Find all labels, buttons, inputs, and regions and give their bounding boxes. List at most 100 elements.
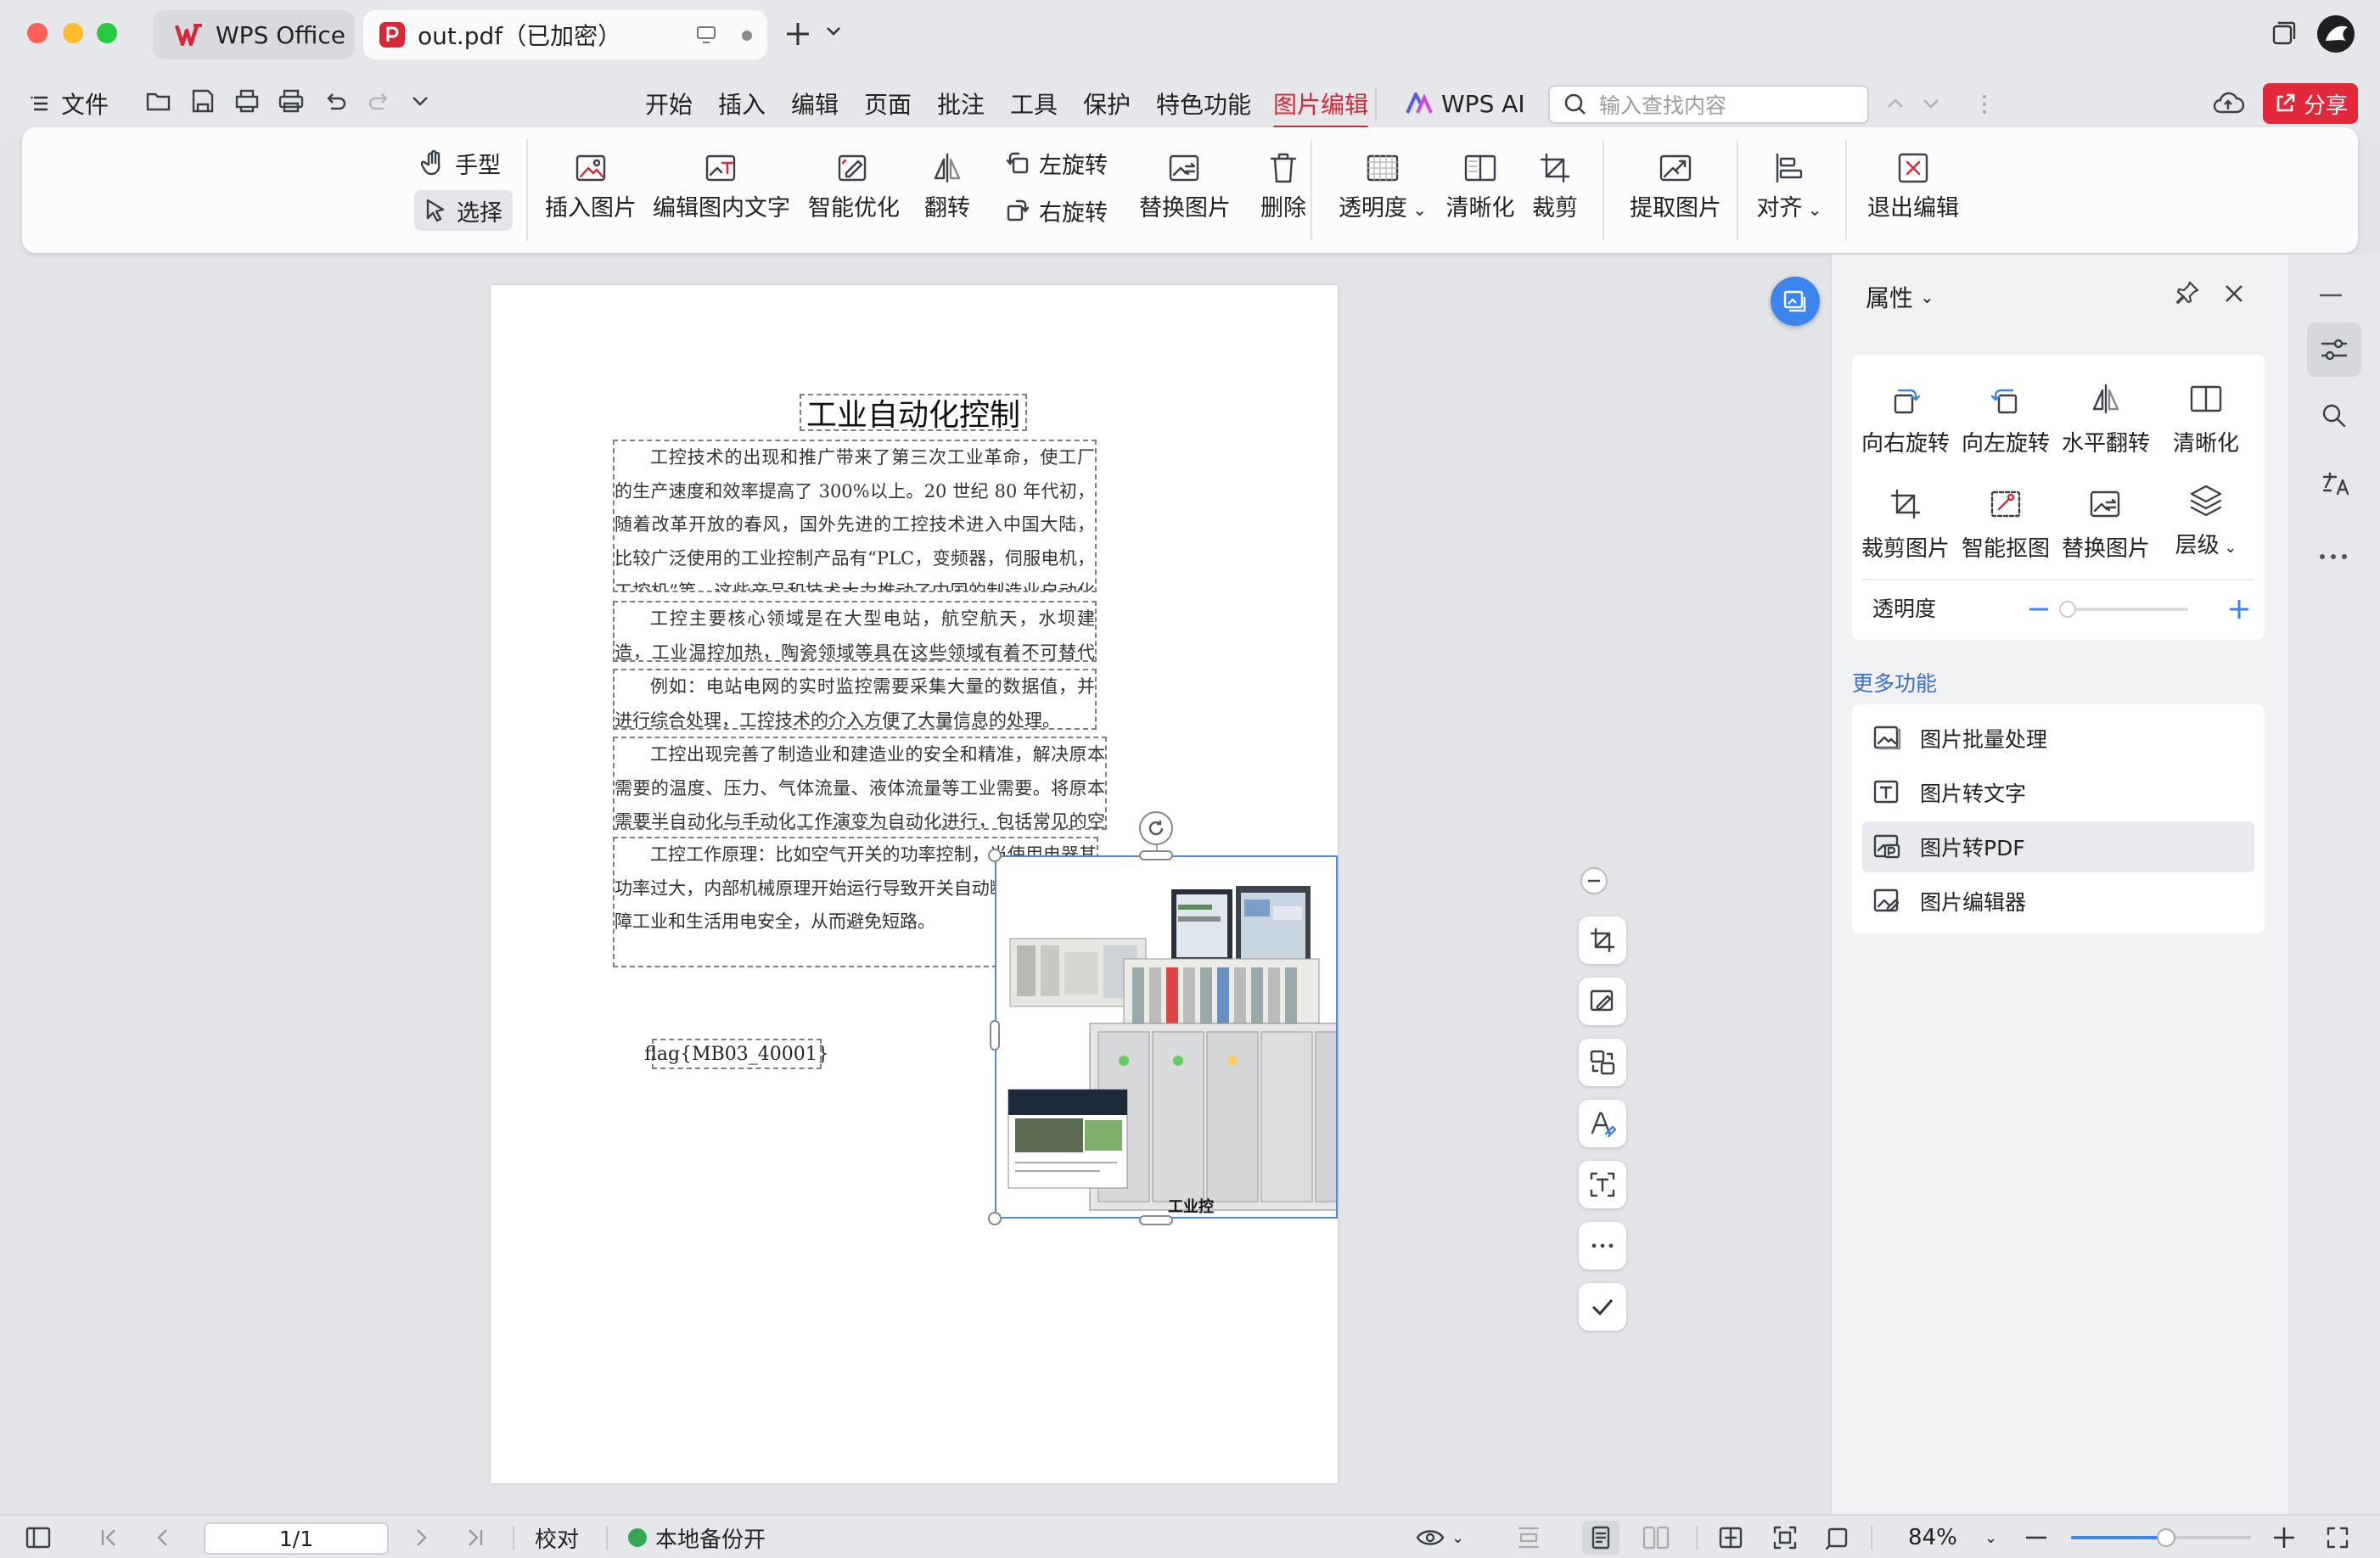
view-mode-chevron-icon[interactable]: ⌄: [1451, 1516, 1464, 1558]
minimize-window-button[interactable]: [63, 23, 83, 43]
crop-button[interactable]: 裁剪: [1524, 143, 1586, 224]
pin-icon[interactable]: [2175, 280, 2200, 305]
open-folder-icon[interactable]: [144, 87, 173, 115]
float-smart-optimize-button[interactable]: [1579, 978, 1626, 1025]
zoom-out-icon[interactable]: [2025, 1516, 2047, 1558]
panel-sharpen-button[interactable]: 清晰化: [2156, 372, 2256, 457]
continuous-page-icon[interactable]: [1516, 1516, 1541, 1558]
select-tool-button[interactable]: 选择: [414, 190, 513, 231]
text-block-paragraph-3[interactable]: 例如：电站电网的实时监控需要采集大量的数据值，并进行综合处理，工控技术的介入方便…: [613, 669, 1097, 730]
sidebar-toggle-icon[interactable]: [25, 1516, 51, 1558]
print-icon[interactable]: [277, 87, 306, 115]
rotate-right-button[interactable]: 右旋转: [995, 190, 1118, 231]
collapse-toolbar-button[interactable]: [1580, 867, 1608, 894]
page-number-input[interactable]: 1/1: [204, 1522, 389, 1555]
float-confirm-button[interactable]: [1579, 1283, 1626, 1331]
tab-wps-office[interactable]: WPS Office: [153, 10, 355, 59]
float-crop-button[interactable]: [1579, 916, 1626, 964]
properties-strip-button[interactable]: [2307, 322, 2361, 377]
exit-edit-button[interactable]: 退出编辑: [1864, 143, 1962, 224]
tab-pdf-document[interactable]: out.pdf（已加密）: [363, 10, 767, 59]
float-edit-text-button[interactable]: [1579, 1100, 1626, 1147]
insert-image-button[interactable]: 插入图片: [545, 143, 637, 224]
zoom-window-button[interactable]: [97, 23, 117, 43]
panel-title[interactable]: 属性 ⌄: [1866, 280, 1934, 314]
local-backup-status[interactable]: 本地备份开: [628, 1516, 766, 1558]
close-panel-icon[interactable]: [2224, 283, 2244, 304]
zoom-slider-thumb[interactable]: [2157, 1528, 2176, 1547]
feature-image-editor[interactable]: 图片编辑器: [1862, 876, 2254, 927]
prev-page-icon[interactable]: [156, 1516, 168, 1558]
zoom-in-icon[interactable]: [2273, 1516, 2295, 1558]
flag-text-block[interactable]: flag{MB03_40001}: [644, 1039, 829, 1069]
transparency-increase-icon[interactable]: [2229, 599, 2249, 619]
translate-strip-icon[interactable]: [2321, 468, 2349, 497]
rotate-handle[interactable]: [1139, 811, 1173, 845]
align-dropdown[interactable]: 对齐 ⌄: [1752, 143, 1827, 225]
redo-icon[interactable]: [365, 87, 394, 115]
pdf-page[interactable]: 工业自动化控制 工控技术的出现和推广带来了第三次工业革命，使工厂的生产速度和效率…: [491, 285, 1338, 1483]
last-page-icon[interactable]: [467, 1516, 484, 1558]
smart-optimize-button[interactable]: 智能优化: [808, 143, 900, 224]
rotate-left-button[interactable]: 左旋转: [995, 143, 1118, 183]
window-layout-icon[interactable]: [2271, 20, 2297, 46]
panel-rotate-right-button[interactable]: 向右旋转: [1855, 372, 1956, 457]
transparency-slider[interactable]: [2059, 601, 2188, 618]
sharpen-button[interactable]: 清晰化: [1434, 143, 1526, 224]
search-next-chevron-down-icon[interactable]: [1922, 97, 1940, 110]
resize-handle-top[interactable]: [1139, 850, 1173, 860]
panel-flip-horizontal-button[interactable]: 水平翻转: [2056, 372, 2156, 457]
document-title[interactable]: 工业自动化控制: [800, 394, 1027, 433]
transparency-decrease-icon[interactable]: [2029, 608, 2049, 611]
feature-image-to-text[interactable]: 图片转文字: [1862, 767, 2254, 818]
panel-smart-cutout-button[interactable]: 智能抠图: [1956, 477, 2056, 563]
panel-replace-image-button[interactable]: 替换图片: [2056, 477, 2156, 563]
search-prev-chevron-up-icon[interactable]: [1886, 97, 1905, 110]
panel-crop-image-button[interactable]: 裁剪图片: [1855, 477, 1956, 563]
single-page-view-button[interactable]: [1582, 1521, 1619, 1555]
text-block-paragraph-4[interactable]: 工控出现完善了制造业和建造业的安全和精准，解决原本需要的温度、压力、气体流量、液…: [613, 737, 1107, 830]
more-vertical-icon[interactable]: [1981, 93, 1988, 115]
replace-image-button[interactable]: 替换图片: [1119, 143, 1251, 224]
new-tab-plus-icon[interactable]: [784, 20, 811, 48]
convert-float-button[interactable]: [1771, 277, 1820, 326]
proofread-button[interactable]: 校对: [535, 1516, 579, 1558]
more-strip-icon[interactable]: [2319, 553, 2348, 560]
search-box[interactable]: 输入查找内容: [1548, 85, 1869, 124]
flip-button[interactable]: 翻转: [917, 143, 978, 224]
feature-batch-image-processing[interactable]: 图片批量处理: [1862, 713, 2254, 764]
fullscreen-icon[interactable]: [2326, 1516, 2349, 1558]
feature-image-to-pdf[interactable]: 图片转PDF: [1862, 821, 2254, 872]
edit-text-in-image-button[interactable]: 编辑图内文字: [653, 143, 790, 224]
panel-rotate-left-button[interactable]: 向左旋转: [1956, 372, 2056, 457]
text-block-paragraph-1[interactable]: 工控技术的出现和推广带来了第三次工业革命，使工厂的生产速度和效率提高了 300%…: [613, 440, 1097, 592]
float-replace-image-button[interactable]: [1579, 1039, 1626, 1086]
print-preview-icon[interactable]: [233, 87, 261, 115]
collapse-strip-icon[interactable]: [2319, 294, 2343, 297]
cloud-upload-icon[interactable]: [2212, 90, 2244, 117]
panel-layer-dropdown[interactable]: 层级 ⌄: [2156, 474, 2256, 559]
search-strip-icon[interactable]: [2321, 402, 2348, 429]
close-window-button[interactable]: [27, 23, 48, 43]
next-page-icon[interactable]: [416, 1516, 428, 1558]
eye-view-mode-icon[interactable]: [1416, 1516, 1445, 1558]
fit-width-icon[interactable]: [1718, 1516, 1743, 1558]
search-input[interactable]: 输入查找内容: [1599, 89, 1726, 120]
text-block-paragraph-2[interactable]: 工控主要核心领域是在大型电站，航空航天，水坝建造，工业温控加热，陶瓷领域等具在这…: [613, 601, 1097, 662]
resize-handle-bottom-left[interactable]: [988, 1212, 1002, 1225]
zoom-level-value[interactable]: 84%: [1908, 1516, 1957, 1558]
resize-handle-top-left[interactable]: [988, 849, 1002, 862]
user-avatar[interactable]: [2317, 15, 2355, 53]
zoom-slider[interactable]: [2071, 1528, 2251, 1547]
selected-image[interactable]: 工业控: [995, 855, 1338, 1219]
transparency-slider-thumb[interactable]: [2059, 601, 2076, 618]
float-more-button[interactable]: [1579, 1222, 1626, 1269]
float-ocr-text-button[interactable]: [1579, 1161, 1626, 1208]
delete-button[interactable]: 删除: [1253, 143, 1314, 224]
zoom-level-chevron-icon[interactable]: ⌄: [1984, 1516, 1997, 1558]
undo-icon[interactable]: [321, 87, 350, 115]
actual-size-icon[interactable]: [1825, 1516, 1850, 1558]
extract-image-button[interactable]: 提取图片: [1619, 143, 1732, 224]
more-quick-actions-chevron-icon[interactable]: [409, 92, 431, 109]
monitor-icon[interactable]: [696, 25, 716, 44]
